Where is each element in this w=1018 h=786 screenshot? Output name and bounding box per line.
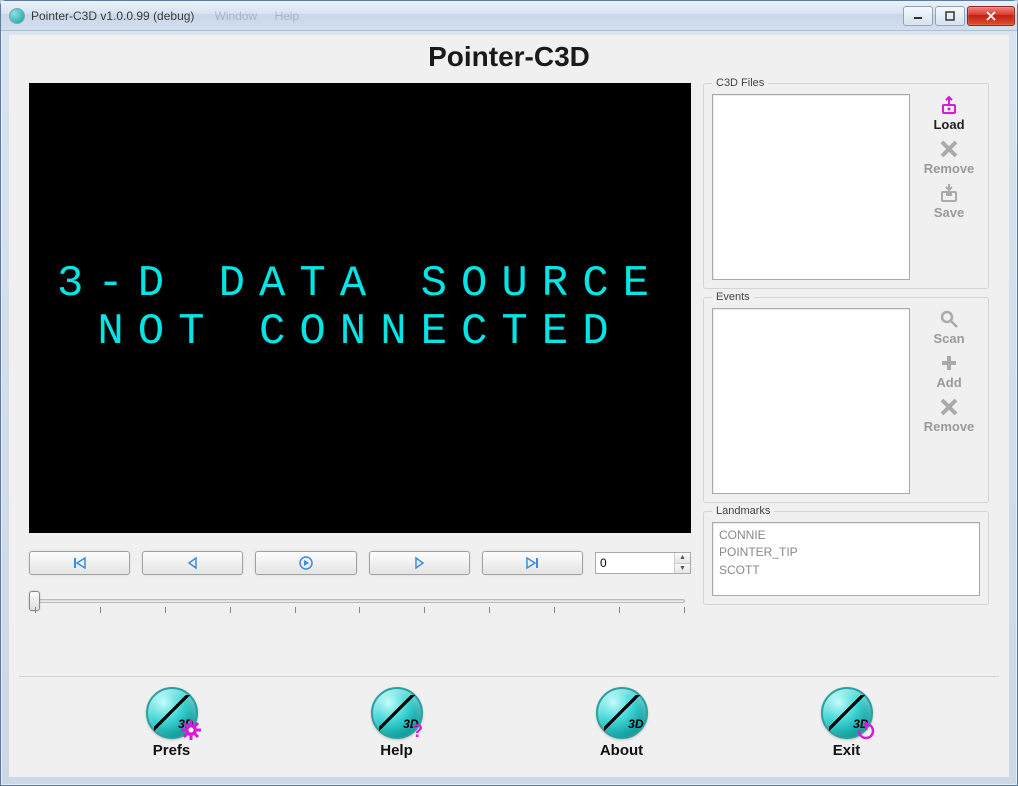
viewport-line2: NOT CONNECTED xyxy=(97,308,622,356)
remove-event-button[interactable]: Remove xyxy=(919,396,979,434)
frame-spinner: ▲ ▼ xyxy=(674,553,690,573)
step-back-icon xyxy=(185,555,201,571)
titlebar: Pointer-C3D v1.0.0.99 (debug) Window Hel… xyxy=(1,1,1017,31)
main-row: 3-D DATA SOURCE NOT CONNECTED xyxy=(9,83,1009,662)
play-button[interactable] xyxy=(255,551,356,575)
c3d-files-group: C3D Files Load xyxy=(703,83,989,289)
goto-end-button[interactable] xyxy=(482,551,583,575)
skip-first-icon xyxy=(72,555,88,571)
landmarks-list[interactable]: CONNIE POINTER_TIP SCOTT xyxy=(712,522,980,596)
step-forward-button[interactable] xyxy=(369,551,470,575)
help-button[interactable]: 3D ? Help xyxy=(371,687,423,759)
frame-number-input[interactable]: ▲ ▼ xyxy=(595,552,691,574)
prefs-label: Prefs xyxy=(153,742,191,759)
c3d-files-label: C3D Files xyxy=(712,77,768,89)
maximize-icon xyxy=(945,11,955,21)
client-area: Pointer-C3D 3-D DATA SOURCE NOT CONNECTE… xyxy=(9,35,1009,777)
skip-last-icon xyxy=(524,555,540,571)
slider-ticks xyxy=(35,607,685,613)
save-label: Save xyxy=(934,205,964,220)
menu-help[interactable]: Help xyxy=(274,9,299,23)
landmark-item[interactable]: SCOTT xyxy=(719,562,973,579)
scan-icon xyxy=(938,308,960,330)
add-label: Add xyxy=(936,375,961,390)
load-icon xyxy=(938,94,960,116)
prefs-icon: 3D xyxy=(146,687,198,739)
menu-bar: Window Help xyxy=(214,9,313,23)
remove-event-icon xyxy=(938,396,960,418)
spin-down-button[interactable]: ▼ xyxy=(675,564,690,574)
slider-track xyxy=(35,599,685,603)
close-button[interactable] xyxy=(967,6,1015,26)
events-label: Events xyxy=(712,291,754,303)
events-list[interactable] xyxy=(712,308,910,494)
remove-file-button[interactable]: Remove xyxy=(919,138,979,176)
add-event-button[interactable]: Add xyxy=(919,352,979,390)
c3d-files-list[interactable] xyxy=(712,94,910,280)
svg-text:?: ? xyxy=(412,721,423,740)
exit-button[interactable]: 3D Exit xyxy=(821,687,873,759)
window-controls xyxy=(901,6,1015,26)
right-column: C3D Files Load xyxy=(703,83,989,662)
app-window: Pointer-C3D v1.0.0.99 (debug) Window Hel… xyxy=(0,0,1018,786)
power-icon xyxy=(856,720,876,740)
minimize-icon xyxy=(913,11,923,21)
about-label: About xyxy=(600,742,643,759)
step-back-button[interactable] xyxy=(142,551,243,575)
events-group: Events Scan xyxy=(703,297,989,503)
question-icon: ? xyxy=(406,720,426,740)
prefs-button[interactable]: 3D Prefs xyxy=(146,687,198,759)
spin-up-button[interactable]: ▲ xyxy=(675,553,690,564)
save-button[interactable]: Save xyxy=(919,182,979,220)
help-icon: 3D ? xyxy=(371,687,423,739)
goto-start-button[interactable] xyxy=(29,551,130,575)
remove-file-icon xyxy=(938,138,960,160)
remove-event-label: Remove xyxy=(924,419,975,434)
frame-field[interactable] xyxy=(596,553,674,573)
remove-file-label: Remove xyxy=(924,161,975,176)
exit-label: Exit xyxy=(833,742,861,759)
landmarks-group: Landmarks CONNIE POINTER_TIP SCOTT xyxy=(703,511,989,605)
viewport-3d[interactable]: 3-D DATA SOURCE NOT CONNECTED xyxy=(29,83,691,533)
exit-icon: 3D xyxy=(821,687,873,739)
app-icon xyxy=(9,8,25,24)
play-icon xyxy=(298,555,314,571)
save-icon xyxy=(938,182,960,204)
transport-controls: ▲ ▼ xyxy=(29,551,691,575)
app-title: Pointer-C3D xyxy=(9,35,1009,83)
bottom-bar: 3D Prefs 3D ? Help 3D About 3 xyxy=(19,676,999,777)
close-icon xyxy=(986,11,996,21)
scan-label: Scan xyxy=(933,331,964,346)
add-icon xyxy=(938,352,960,374)
gear-icon xyxy=(181,720,201,740)
maximize-button[interactable] xyxy=(935,6,965,26)
help-label: Help xyxy=(380,742,413,759)
load-button[interactable]: Load xyxy=(919,94,979,132)
window-title: Pointer-C3D v1.0.0.99 (debug) xyxy=(31,9,194,23)
about-icon: 3D xyxy=(596,687,648,739)
load-label: Load xyxy=(933,117,964,132)
viewport-line1: 3-D DATA SOURCE xyxy=(57,260,663,308)
landmarks-label: Landmarks xyxy=(712,505,774,517)
timeline-slider[interactable] xyxy=(29,585,691,617)
minimize-button[interactable] xyxy=(903,6,933,26)
landmark-item[interactable]: POINTER_TIP xyxy=(719,544,973,561)
scan-button[interactable]: Scan xyxy=(919,308,979,346)
left-column: 3-D DATA SOURCE NOT CONNECTED xyxy=(29,83,691,662)
step-forward-icon xyxy=(411,555,427,571)
menu-window[interactable]: Window xyxy=(214,9,257,23)
landmark-item[interactable]: CONNIE xyxy=(719,527,973,544)
about-button[interactable]: 3D About xyxy=(596,687,648,759)
